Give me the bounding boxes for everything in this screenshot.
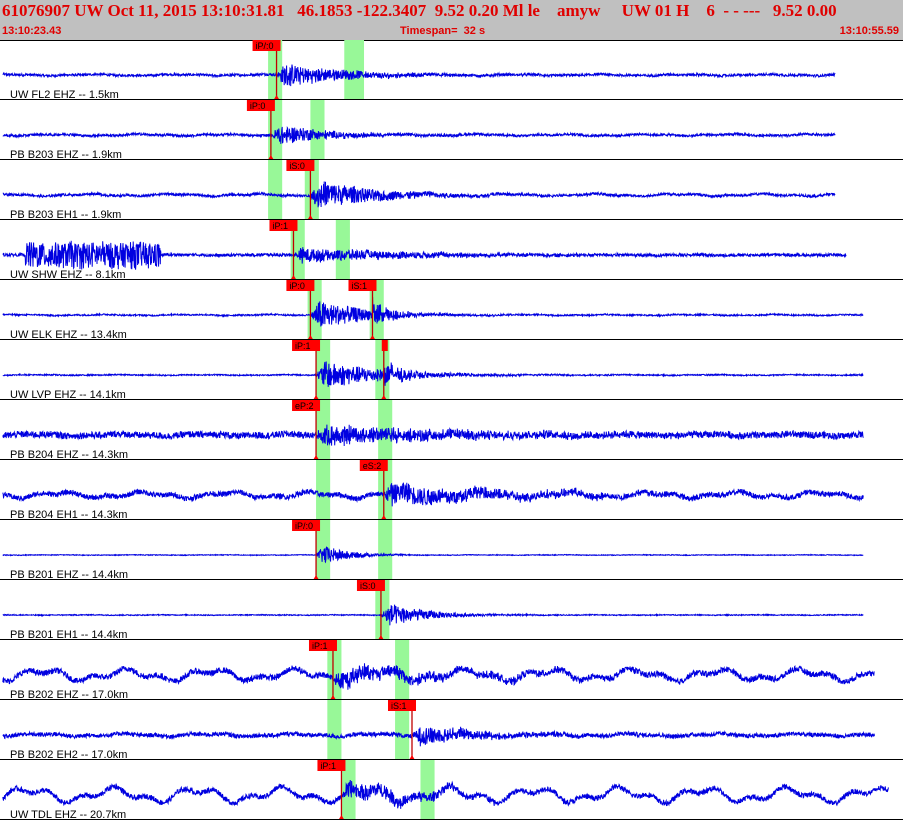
pick-window	[268, 160, 283, 220]
pick-label: iS:1	[391, 701, 407, 711]
waveform-trace	[2, 780, 889, 809]
pick-window	[378, 520, 393, 580]
waveform-trace	[2, 482, 864, 507]
channel-panel[interactable]: iS:0PB B203 EH1 -- 1.9km	[0, 160, 903, 221]
channel-panel[interactable]: eS:2PB B204 EH1 -- 14.3km	[0, 460, 903, 521]
channel-panel[interactable]: iP/:0UW FL2 EHZ -- 1.5km	[0, 40, 903, 101]
pick-label: iP/:0	[295, 521, 313, 531]
pick-label: iP/:0	[256, 41, 274, 51]
channel-panel[interactable]: eP:2PB B204 EHZ -- 14.3km	[0, 400, 903, 461]
channel-panel[interactable]: iP:1UW LVP EHZ -- 14.1km	[0, 340, 903, 401]
pick-window	[344, 40, 365, 100]
waveform-trace	[2, 296, 864, 327]
waveform-trace	[2, 604, 864, 626]
seismogram-panel[interactable]: iP/:0UW FL2 EHZ -- 1.5kmiP:0PB B203 EHZ …	[0, 40, 903, 820]
waveform-trace	[2, 546, 864, 564]
channel-panel[interactable]: iP:0 iS:1UW ELK EHZ -- 13.4km	[0, 280, 903, 341]
start-time: 13:10:23.43	[2, 25, 62, 37]
channel-panel[interactable]: iS:0PB B201 EH1 -- 14.4km	[0, 580, 903, 641]
waveform-trace	[2, 726, 875, 747]
channel-panel[interactable]: iP:1PB B202 EHZ -- 17.0km	[0, 640, 903, 701]
pick-window	[420, 760, 435, 820]
waveform-trace	[2, 125, 836, 144]
event-summary: 61076907 UW Oct 11, 2015 13:10:31.81 46.…	[2, 1, 837, 20]
pick-label: eS:2	[363, 461, 382, 471]
pick-label: iP:1	[272, 221, 288, 231]
pick-window	[327, 700, 342, 760]
pick-flag[interactable]	[381, 340, 388, 351]
waveform-trace	[2, 663, 875, 690]
pick-label: iP:1	[320, 761, 336, 771]
pick-window	[335, 220, 350, 280]
channel-panel[interactable]: iP:1 UW TDL EHZ -- 20.7km	[0, 760, 903, 820]
pick-label: iP:0	[250, 101, 266, 111]
end-time: 13:10:55.59	[839, 25, 899, 37]
pick-label: iS:0	[360, 581, 376, 591]
pick-window	[316, 460, 331, 520]
channel-label: UW TDL EHZ -- 20.7km	[10, 809, 126, 820]
channel-panel[interactable]: iS:1PB B202 EH2 -- 17.0km	[0, 700, 903, 761]
channel-panel[interactable]: iP/:0PB B201 EHZ -- 14.4km	[0, 520, 903, 581]
pick-label: iP:1	[312, 641, 328, 651]
pick-label: eP:2	[295, 401, 314, 411]
waveform-trace	[2, 361, 864, 387]
waveform-trace	[2, 64, 836, 87]
waveform-trace	[2, 240, 847, 270]
channel-panel[interactable]: iP:0PB B203 EHZ -- 1.9km	[0, 100, 903, 161]
waveform-trace	[2, 424, 864, 447]
timespan-label: Timespan= 32 s	[400, 25, 486, 37]
pick-label: iP:0	[289, 281, 305, 291]
pick-label: iS:0	[289, 161, 305, 171]
pick-label: iP:1	[295, 341, 311, 351]
header-bar: 61076907 UW Oct 11, 2015 13:10:31.81 46.…	[0, 0, 903, 40]
waveform-trace	[2, 181, 836, 208]
pick-label: iS:1	[351, 281, 367, 291]
channel-panel[interactable]: iP:1UW SHW EHZ -- 8.1km	[0, 220, 903, 281]
